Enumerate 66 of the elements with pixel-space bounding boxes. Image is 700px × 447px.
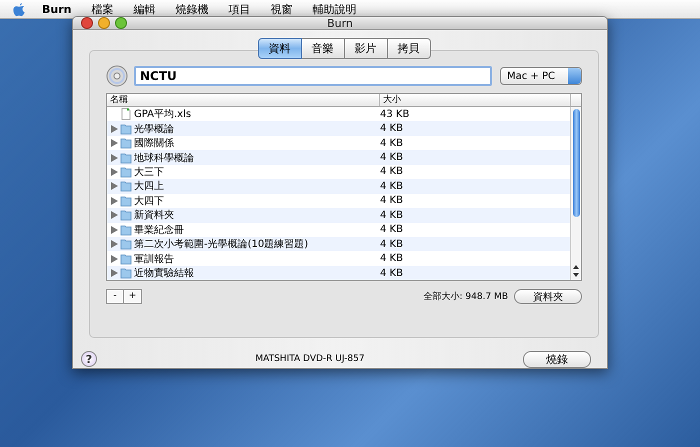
- file-name: 畢業紀念冊: [134, 224, 184, 237]
- folder-icon: [120, 180, 132, 192]
- help-button[interactable]: ?: [81, 351, 97, 367]
- tab[interactable]: 拷貝: [388, 38, 430, 59]
- tab[interactable]: 資料: [258, 38, 302, 59]
- file-name: 新資料夾: [134, 208, 174, 222]
- file-size: 4 KB: [380, 180, 404, 192]
- window-title: Burn: [327, 17, 353, 30]
- file-size: 4 KB: [380, 210, 404, 221]
- apple-logo-icon[interactable]: [12, 2, 26, 16]
- menu-item[interactable]: 檔案: [81, 2, 124, 16]
- folder-icon: [120, 122, 132, 135]
- file-name: 地球科學概論: [134, 152, 194, 165]
- zoom-icon[interactable]: [115, 17, 127, 29]
- file-name: 近物實驗結報: [134, 266, 194, 280]
- folder-icon: [120, 209, 132, 222]
- file-name: 國際關係: [134, 137, 174, 150]
- total-size: 全部大小: 948.7 MB: [424, 290, 508, 302]
- folder-button[interactable]: 資料夾: [514, 288, 582, 304]
- menu-item[interactable]: 輔助說明: [302, 2, 366, 16]
- file-name: 軍訓報告: [134, 252, 174, 266]
- disc-name-field[interactable]: NCTU: [134, 66, 492, 86]
- file-size: 4 KB: [380, 268, 404, 279]
- list-button[interactable]: +: [124, 288, 142, 304]
- format-popup[interactable]: Mac + PC: [500, 67, 582, 85]
- folder-icon: [120, 194, 132, 207]
- file-size: 4 KB: [380, 152, 404, 164]
- disc-icon: [106, 65, 128, 87]
- file-name: 大四上: [134, 180, 164, 194]
- file-size: 4 KB: [380, 123, 404, 134]
- column-header[interactable]: 大小: [380, 94, 571, 106]
- tab[interactable]: 音樂: [302, 38, 344, 59]
- folder-icon: [120, 267, 132, 280]
- list-button[interactable]: -: [106, 288, 124, 304]
- minimize-icon[interactable]: [98, 17, 110, 29]
- file-size: 4 KB: [380, 253, 404, 264]
- document-icon: [120, 108, 132, 120]
- column-header[interactable]: 名稱: [107, 94, 380, 106]
- file-name: 大四下: [134, 194, 164, 208]
- file-name: 光學概論: [134, 122, 174, 136]
- scrollbar[interactable]: [570, 107, 581, 280]
- folder-icon: [120, 152, 132, 164]
- file-name: 第二次小考範圍-光學概論(10題練習題): [134, 238, 308, 252]
- file-size: 4 KB: [380, 238, 404, 250]
- file-name: 大三下: [134, 166, 164, 179]
- menu-item[interactable]: 燒錄機: [165, 2, 218, 16]
- file-size: 4 KB: [380, 195, 404, 206]
- folder-icon: [120, 137, 132, 150]
- file-size: 4 KB: [380, 166, 404, 178]
- burn-button[interactable]: 燒錄: [523, 350, 591, 368]
- file-size: 4 KB: [380, 138, 404, 149]
- folder-icon: [120, 252, 132, 265]
- close-icon[interactable]: [81, 17, 93, 29]
- tab[interactable]: 影片: [344, 38, 388, 59]
- menu-item[interactable]: 視窗: [260, 2, 302, 16]
- menu-item[interactable]: 編輯: [123, 2, 166, 16]
- folder-icon: [120, 238, 132, 250]
- folder-icon: [120, 224, 132, 236]
- folder-icon: [120, 166, 132, 178]
- file-size: 4 KB: [380, 224, 404, 236]
- drive-name: MATSHITA DVD-R UJ-857: [254, 354, 366, 364]
- menu-item[interactable]: 項目: [218, 2, 260, 16]
- scroll-thumb[interactable]: [572, 109, 580, 217]
- file-size: 43 KB: [380, 108, 410, 120]
- menu-item[interactable]: Burn: [42, 2, 82, 16]
- file-name: GPA平均.xls: [134, 108, 192, 122]
